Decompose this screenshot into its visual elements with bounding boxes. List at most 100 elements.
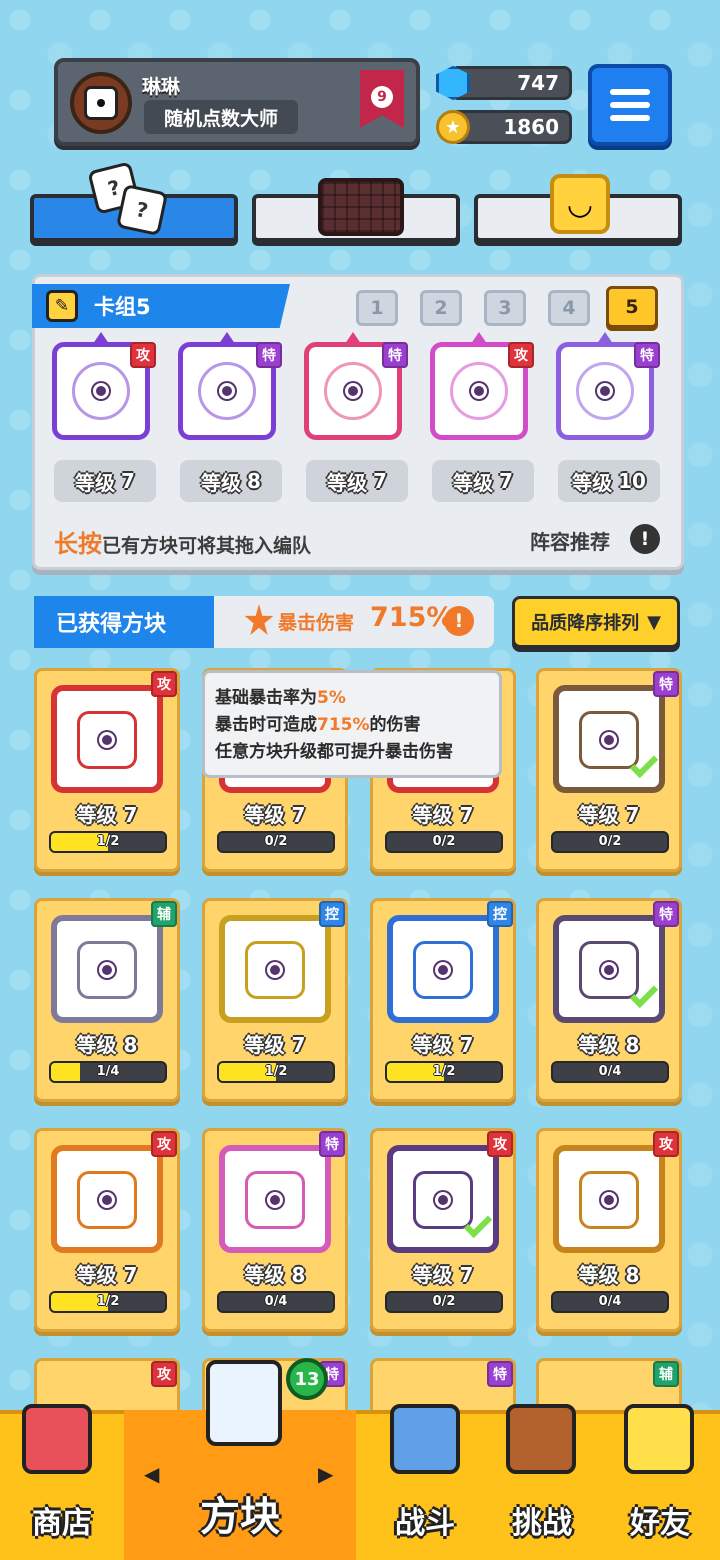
block-art [553, 1145, 665, 1253]
owned-block-card[interactable]: 攻等级 7 0/2 [370, 1128, 516, 1332]
progress-text: 0/2 [264, 834, 288, 849]
nav-shop-label: 商店 [32, 1506, 92, 1541]
arrow-left-icon[interactable]: ◀ [144, 1462, 159, 1486]
upgrade-progress-bar: 0/2 [385, 831, 503, 853]
rank-level: 9 [371, 86, 393, 108]
deck-tab-5[interactable]: 5 [606, 286, 658, 328]
owned-block-card[interactable]: 特等级 7 0/2 [536, 668, 682, 872]
block-type-tag: 辅 [653, 1361, 679, 1387]
pip-icon [99, 962, 115, 978]
drag-hint: 长按已有方块可将其拖入编队 [54, 524, 311, 559]
pip-icon [93, 383, 109, 399]
upgrade-progress-bar: 0/4 [551, 1061, 669, 1083]
owned-block-card[interactable]: 攻等级 7 1/2 [34, 668, 180, 872]
level-value: 10 [618, 469, 646, 493]
deck-card-level: 等级 8 [180, 460, 282, 502]
sort-button[interactable]: 品质降序排列 ▼ [512, 596, 680, 648]
pencil-edit-icon[interactable]: ✎ [46, 290, 78, 322]
pip-icon [267, 1192, 283, 1208]
block-type-tag: 攻 [151, 1361, 177, 1387]
pip-icon [601, 1192, 617, 1208]
nav-blocks-label: 方块 [200, 1494, 280, 1540]
tooltip-value: 715% [317, 715, 370, 735]
player-title: 随机点数大师 [144, 100, 298, 134]
block-face [77, 1171, 137, 1229]
level-value: 7 [121, 469, 135, 493]
block-type-tag: 特 [319, 1131, 345, 1157]
owned-block-card[interactable]: 辅等级 8 1/4 [34, 898, 180, 1102]
level-word: 等级 [453, 470, 494, 495]
friend-block-icon [624, 1404, 694, 1474]
pip-icon [601, 962, 617, 978]
progress-text: 0/4 [598, 1294, 622, 1309]
block-art [219, 1145, 331, 1253]
lineup-recommend-button[interactable]: 阵容推荐 [530, 526, 610, 555]
deck-tab-3[interactable]: 3 [484, 290, 526, 326]
deck-tab-2[interactable]: 2 [420, 290, 462, 326]
arrow-right-icon[interactable]: ▶ [318, 1462, 333, 1486]
owned-block-card[interactable]: 攻等级 8 0/4 [536, 1128, 682, 1332]
tooltip-text: 暴击时可造成 [215, 715, 317, 735]
block-face [77, 711, 137, 769]
deck-tab-1[interactable]: 1 [356, 290, 398, 326]
block-art [51, 685, 163, 793]
tooltip-line-1: 基础暴击率为5% [215, 685, 489, 712]
nav-friends-label: 好友 [630, 1506, 690, 1541]
progress-text: 1/2 [264, 1064, 288, 1079]
deck-card-level: 等级 7 [54, 460, 156, 502]
board-skin-icon [318, 178, 404, 236]
signpost-icon [506, 1404, 576, 1474]
info-icon[interactable]: ! [630, 524, 660, 554]
menu-line [610, 115, 650, 121]
owned-block-card[interactable]: 控等级 7 1/2 [370, 898, 516, 1102]
deck-card[interactable]: 特 [174, 332, 282, 444]
owned-block-card[interactable]: 控等级 7 1/2 [202, 898, 348, 1102]
block-type-tag: 辅 [151, 901, 177, 927]
pip-icon [601, 732, 617, 748]
deck-card[interactable]: 攻 [48, 332, 156, 444]
profile-panel[interactable]: 琳琳 随机点数大师 9 [54, 58, 420, 146]
shield-sword-icon [390, 1404, 460, 1474]
level-word: 等级 [201, 470, 242, 495]
block-type-tag: 攻 [653, 1131, 679, 1157]
block-level: 等级 7 [578, 803, 640, 827]
block-art [51, 915, 163, 1023]
level-word: 等级 [75, 470, 116, 495]
nav-friends[interactable]: 好友 [600, 1404, 720, 1560]
crit-info-icon[interactable]: ! [444, 606, 474, 636]
block-face [413, 941, 473, 999]
upgrade-progress-bar: 0/2 [551, 831, 669, 853]
pip-icon [219, 383, 235, 399]
nav-shop[interactable]: 商店 [0, 1404, 124, 1560]
block-face [245, 1171, 305, 1229]
block-art [553, 915, 665, 1023]
deck-card[interactable]: 攻 [426, 332, 534, 444]
block-art [219, 915, 331, 1023]
nav-battle[interactable]: 战斗 [366, 1404, 484, 1560]
pip-icon [435, 962, 451, 978]
upgrade-progress-bar: 1/4 [49, 1061, 167, 1083]
owned-block-card[interactable]: 特等级 8 0/4 [536, 898, 682, 1102]
deck-card-level: 等级 7 [306, 460, 408, 502]
block-type-tag: 特 [487, 1361, 513, 1387]
nav-challenge-label: 挑战 [512, 1506, 572, 1541]
owned-block-card[interactable]: 攻等级 7 1/2 [34, 1128, 180, 1332]
level-value: 7 [499, 469, 513, 493]
deck-card[interactable]: 特 [300, 332, 408, 444]
progress-text: 1/2 [432, 1064, 456, 1079]
block-type-tag: 攻 [487, 1131, 513, 1157]
avatar[interactable] [70, 72, 132, 134]
menu-line [610, 89, 650, 95]
upgrade-progress-bar: 1/2 [49, 831, 167, 853]
die-question-icon: ? [115, 183, 169, 237]
block-type-tag: 特 [653, 671, 679, 697]
menu-button[interactable] [588, 64, 672, 146]
deck-tab-4[interactable]: 4 [548, 290, 590, 326]
block-art [387, 1145, 499, 1253]
nav-challenge[interactable]: 挑战 [484, 1404, 600, 1560]
level-value: 8 [247, 469, 261, 493]
deck-card[interactable]: 特 [552, 332, 660, 444]
block-type-tag: 控 [487, 901, 513, 927]
upgrade-progress-bar: 1/2 [385, 1061, 503, 1083]
owned-block-card[interactable]: 特等级 8 0/4 [202, 1128, 348, 1332]
